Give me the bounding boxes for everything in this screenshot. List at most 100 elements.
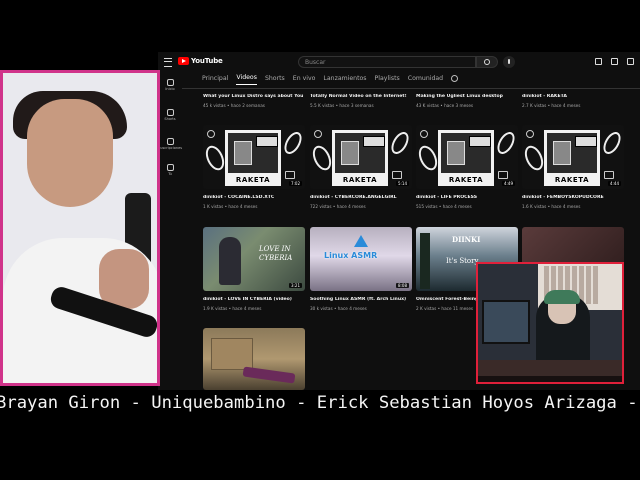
tab-releases[interactable]: Lanzamientos — [323, 75, 366, 85]
gear-icon — [314, 130, 322, 138]
video-card[interactable]: RAKETA 4:44 dinikiot - FEMBOYSKOPUDCORE … — [522, 125, 624, 213]
video-overlay — [476, 262, 624, 384]
video-title[interactable]: Soothing Linux ASMR (ft. Arch Linux) — [310, 297, 412, 302]
video-duration: 8:08 — [396, 283, 409, 288]
video-card[interactable]: RAKETA 5:14 dinikiot - CYBERCORE.ANGELGI… — [310, 125, 412, 213]
tab-community[interactable]: Comunidad — [408, 75, 443, 85]
video-title[interactable]: dinikiot - FEMBOYSKOPUDCORE — [522, 195, 624, 200]
you-icon — [166, 164, 174, 171]
video-card[interactable]: Making the Ugliest Linux desktop 43 K vi… — [416, 94, 518, 114]
webcam-left — [0, 70, 160, 386]
tabs-divider — [182, 88, 640, 89]
video-card[interactable] — [203, 328, 305, 390]
overlay-player-controls[interactable] — [478, 376, 622, 382]
video-thumbnail[interactable] — [203, 328, 305, 390]
thumbnail-figure — [219, 237, 241, 285]
gear-icon — [207, 130, 215, 138]
thumbnail-word: RAKETA — [448, 176, 484, 184]
microphone-icon[interactable] — [503, 56, 515, 68]
gear-icon — [526, 130, 534, 138]
album-cover: RAKETA — [332, 130, 388, 186]
video-meta: 1.6 K vistas • hace 4 meses — [522, 204, 581, 209]
video-title[interactable]: dinikiot - CYBERCORE.ANGELGIRL — [310, 195, 412, 200]
search-input[interactable]: Buscar — [298, 56, 476, 68]
swirl-decoration — [599, 129, 624, 157]
top-letterbox — [0, 0, 640, 58]
video-card[interactable]: LOVE IN CYBERIA 3:21 dinikiot - LOVE IN … — [203, 227, 305, 315]
thumbnail-word: RAKETA — [342, 176, 378, 184]
video-meta: 1.9 K vistas • hace 4 meses — [203, 306, 262, 311]
overlay-hair — [544, 290, 580, 304]
gamepad-icon — [285, 171, 295, 179]
video-meta: 5.5 K vistas • hace 3 semanas — [310, 103, 374, 108]
swirl-decoration — [280, 129, 305, 157]
tab-shorts[interactable]: Shorts — [265, 75, 285, 85]
youtube-play-icon — [178, 57, 189, 65]
video-meta: 515 vistas • hace 4 meses — [416, 204, 472, 209]
video-card[interactable]: Linux ASMR 8:08 Soothing Linux ASMR (ft.… — [310, 227, 412, 315]
avatar-icon[interactable] — [627, 58, 634, 65]
video-duration: 4:44 — [608, 181, 621, 186]
youtube-logo-text: YouTube — [191, 57, 223, 65]
channel-tabs: Principal Videos Shorts En vivo Lanzamie… — [202, 74, 459, 85]
tab-videos[interactable]: Videos — [236, 74, 257, 85]
video-thumbnail[interactable]: RAKETA 7:02 — [203, 125, 305, 189]
video-meta: 722 vistas • hace 4 meses — [310, 204, 366, 209]
sidebar-item-shorts[interactable]: Shorts — [158, 109, 182, 121]
tab-playlists[interactable]: Playlists — [375, 75, 400, 85]
video-card[interactable]: Totally Normal Video on the Internet! 5.… — [310, 94, 412, 114]
video-card[interactable]: RAKETA 4:49 dinikiot - LIFE PROCESS 515 … — [416, 125, 518, 213]
video-thumbnail[interactable]: RAKETA 4:44 — [522, 125, 624, 189]
arch-logo-icon — [354, 235, 368, 247]
album-cover: RAKETA — [438, 130, 494, 186]
thumbnail-text: LOVE IN CYBERIA — [259, 245, 293, 262]
tab-principal[interactable]: Principal — [202, 75, 228, 85]
thumbnail-text: It's Story — [446, 257, 479, 265]
sidebar-item-you[interactable]: Tú — [158, 164, 182, 176]
overlay-monitor — [482, 300, 530, 344]
video-title[interactable]: Making the Ugliest Linux desktop — [416, 94, 518, 99]
video-title[interactable]: What your Linux Distro says about You — [203, 94, 305, 99]
video-card[interactable]: RAKETA 7:02 dinikiot - COCAINE.LSD.XTC 1… — [203, 125, 305, 213]
menu-icon[interactable] — [164, 58, 172, 67]
gamepad-icon — [498, 171, 508, 179]
tab-live[interactable]: En vivo — [293, 75, 316, 85]
video-meta: 2 K vistas • hace 11 meses — [416, 306, 474, 311]
channel-search-icon[interactable] — [451, 75, 459, 82]
video-card[interactable]: What your Linux Distro says about You 45… — [203, 94, 305, 114]
video-duration: 3:21 — [289, 283, 302, 288]
ticker-bar: Brayan Giron - Uniquebambino - Erick Seb… — [0, 390, 640, 418]
thumbnail-text: Linux ASMR — [324, 251, 378, 260]
thumbnail-tree — [420, 233, 430, 289]
video-meta: 2.7 K vistas • hace 4 meses — [522, 103, 581, 108]
bottom-letterbox — [0, 418, 640, 480]
home-icon — [166, 79, 174, 86]
shorts-icon — [166, 109, 174, 116]
video-title[interactable]: dinikiot - LOVE IN CYBERIA (video) — [203, 297, 305, 302]
video-title[interactable]: dinikiot - LIFE PROCESS — [416, 195, 518, 200]
youtube-header: YouTube Buscar — [158, 52, 640, 72]
video-thumbnail[interactable]: LOVE IN CYBERIA 3:21 — [203, 227, 305, 291]
ticker-text: Brayan Giron - Uniquebambino - Erick Seb… — [0, 393, 640, 413]
album-cover: RAKETA — [225, 130, 281, 186]
sidebar-item-subscriptions[interactable]: Suscripciones — [158, 138, 182, 150]
search-icon[interactable] — [476, 56, 498, 68]
create-icon[interactable] — [595, 58, 602, 65]
video-meta: 1 K vistas • hace 4 meses — [203, 204, 258, 209]
video-duration: 4:49 — [502, 181, 515, 186]
thumbnail-text: DIINKI — [452, 235, 481, 244]
video-title[interactable]: dinikiot - RAKETA — [522, 94, 624, 99]
youtube-logo[interactable]: YouTube — [178, 57, 223, 65]
thumbnail-weapon — [242, 366, 296, 384]
bell-icon[interactable] — [611, 58, 618, 65]
video-card[interactable]: dinikiot - RAKETA 2.7 K vistas • hace 4 … — [522, 94, 624, 114]
webcam-hand — [99, 249, 149, 309]
video-thumbnail[interactable]: RAKETA 5:14 — [310, 125, 412, 189]
sidebar-item-home[interactable]: Inicio — [158, 79, 182, 91]
video-title[interactable]: dinikiot - COCAINE.LSD.XTC — [203, 195, 305, 200]
thumbnail-word: RAKETA — [235, 176, 271, 184]
video-thumbnail[interactable]: Linux ASMR 8:08 — [310, 227, 412, 291]
video-duration: 7:02 — [289, 181, 302, 186]
video-title[interactable]: Totally Normal Video on the Internet! — [310, 94, 412, 99]
video-thumbnail[interactable]: RAKETA 4:49 — [416, 125, 518, 189]
